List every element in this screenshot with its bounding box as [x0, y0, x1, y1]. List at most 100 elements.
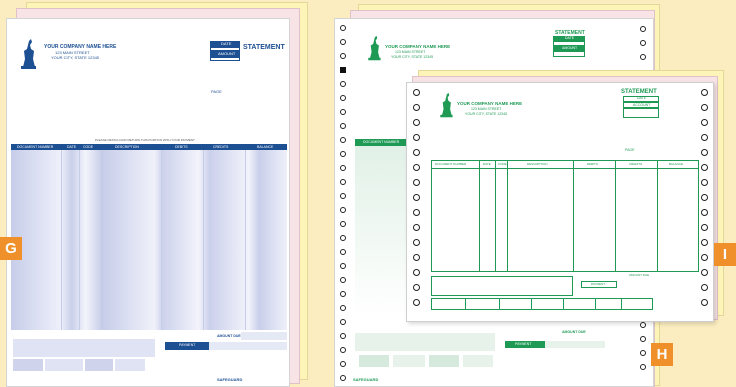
- tractor-hole: [413, 269, 420, 276]
- payment-label: PAYMENT: [515, 342, 532, 346]
- col-balance: BALANCE: [257, 145, 274, 149]
- badge-g: G: [0, 237, 22, 260]
- brand-logo: SAFEGUARD: [353, 377, 379, 382]
- tractor-hole: [340, 95, 346, 101]
- payment-label: PAYMENT: [179, 343, 196, 347]
- stub-block-2: [393, 355, 425, 367]
- tractor-hole: [701, 284, 708, 291]
- tractor-hole: [413, 134, 420, 141]
- stub-block-2: [45, 359, 83, 371]
- company-name: YOUR COMPANY NAME HERE: [385, 44, 451, 49]
- badge-h: H: [651, 343, 673, 366]
- stub-divider: [595, 298, 596, 310]
- amount-due-label: AMOUNT DUE: [562, 330, 586, 334]
- amount-label: AMOUNT: [218, 51, 236, 56]
- tractor-hole: [340, 319, 346, 325]
- stub-block-4: [463, 355, 493, 367]
- col-date: DATE: [67, 145, 77, 149]
- payment-label: PAYMENT: [591, 282, 606, 286]
- tractor-hole: [701, 164, 708, 171]
- tractor-hole: [340, 347, 346, 353]
- col-document-number: DOCUMENT NUMBER: [435, 162, 467, 166]
- remit-block: [13, 339, 155, 357]
- col-divider: [507, 160, 508, 272]
- stub-block-3: [429, 355, 459, 367]
- tractor-hole: [640, 26, 646, 32]
- stub-divider: [531, 298, 532, 310]
- badge-i: I: [714, 243, 736, 266]
- payment-field: [545, 341, 605, 348]
- statue-of-liberty-logo: [368, 35, 381, 61]
- tractor-hole: [701, 254, 708, 261]
- date-label: DATE: [637, 96, 647, 100]
- tractor-hole: [340, 193, 346, 199]
- tractor-hole: [701, 104, 708, 111]
- tractor-hole: [413, 149, 420, 156]
- tractor-hole: [640, 40, 646, 46]
- stub-divider: [621, 298, 622, 310]
- tractor-hole: [640, 336, 646, 342]
- tractor-hole: [340, 263, 346, 269]
- col-divider: [615, 160, 616, 272]
- stub-block-4: [115, 359, 145, 371]
- col-divider: [657, 160, 658, 272]
- col-divider: [573, 160, 574, 272]
- amount-due-field: [241, 332, 287, 340]
- tractor-hole: [340, 291, 346, 297]
- stub-block-1: [359, 355, 389, 367]
- tractor-hole: [340, 333, 346, 339]
- tractor-hole: [701, 224, 708, 231]
- tractor-hole: [413, 224, 420, 231]
- form-i-sheet: YOUR COMPANY NAME HERE 123 MAIN STREET Y…: [406, 82, 714, 322]
- tractor-hole: [340, 179, 346, 185]
- col-credits: CREDITS: [213, 145, 229, 149]
- tractor-hole: [413, 179, 420, 186]
- doc-number-label: DOCUMENT NUMBER: [363, 140, 400, 144]
- company-street: 123 MAIN STREET: [395, 50, 426, 54]
- tractor-hole: [413, 239, 420, 246]
- tractor-hole: [340, 25, 346, 31]
- company-city: YOUR CITY, STATE 12345: [465, 112, 508, 116]
- tractor-hole: [340, 249, 346, 255]
- tractor-hole: [340, 361, 346, 367]
- tractor-hole: [340, 375, 346, 381]
- col-document-number: DOCUMENT NUMBER: [17, 145, 54, 149]
- tractor-hole: [413, 299, 420, 306]
- account-label: ACCOUNT: [633, 103, 651, 107]
- form-g-sheet: YOUR COMPANY NAME HERE 123 MAIN STREET Y…: [6, 18, 290, 387]
- payment-field: [209, 342, 287, 350]
- remit-box: [431, 276, 573, 296]
- amount-field: [553, 51, 585, 57]
- tractor-hole: [640, 322, 646, 328]
- table-header-rule: [431, 168, 699, 169]
- tractor-hole: [413, 164, 420, 171]
- statement-title: STATEMENT: [621, 89, 657, 95]
- stub-divider: [465, 298, 466, 310]
- brand-logo: SAFEGUARD: [217, 377, 243, 382]
- tractor-hole: [413, 104, 420, 111]
- page-label: PAGE: [625, 148, 635, 152]
- tractor-hole: [413, 89, 420, 96]
- tractor-hole: [340, 235, 346, 241]
- col-credits: CREDITS: [629, 162, 643, 166]
- amount-due-label: AMOUNT DUE: [629, 273, 650, 277]
- tractor-hole: [340, 305, 346, 311]
- tractor-hole: [340, 137, 346, 143]
- tractor-hole: [413, 194, 420, 201]
- page-label: PAGE: [211, 89, 222, 94]
- tractor-hole: [701, 269, 708, 276]
- tractor-hole: [413, 119, 420, 126]
- amount-due-label: AMOUNT DUE: [217, 334, 241, 338]
- col-divider: [479, 160, 480, 272]
- date-label: DATE: [221, 41, 232, 46]
- amount-field: [210, 57, 240, 61]
- table-body: [11, 150, 287, 330]
- tractor-hole: [340, 165, 346, 171]
- return-instruction: PLEASE DETACH AND RETURN THIS PORTION WI…: [95, 138, 195, 142]
- col-description: DESCRIPTION: [527, 162, 548, 166]
- line-item-table: [431, 160, 699, 272]
- tractor-hole: [701, 299, 708, 306]
- tractor-hole: [340, 53, 346, 59]
- col-debits: DEBITS: [587, 162, 598, 166]
- col-divider: [495, 160, 496, 272]
